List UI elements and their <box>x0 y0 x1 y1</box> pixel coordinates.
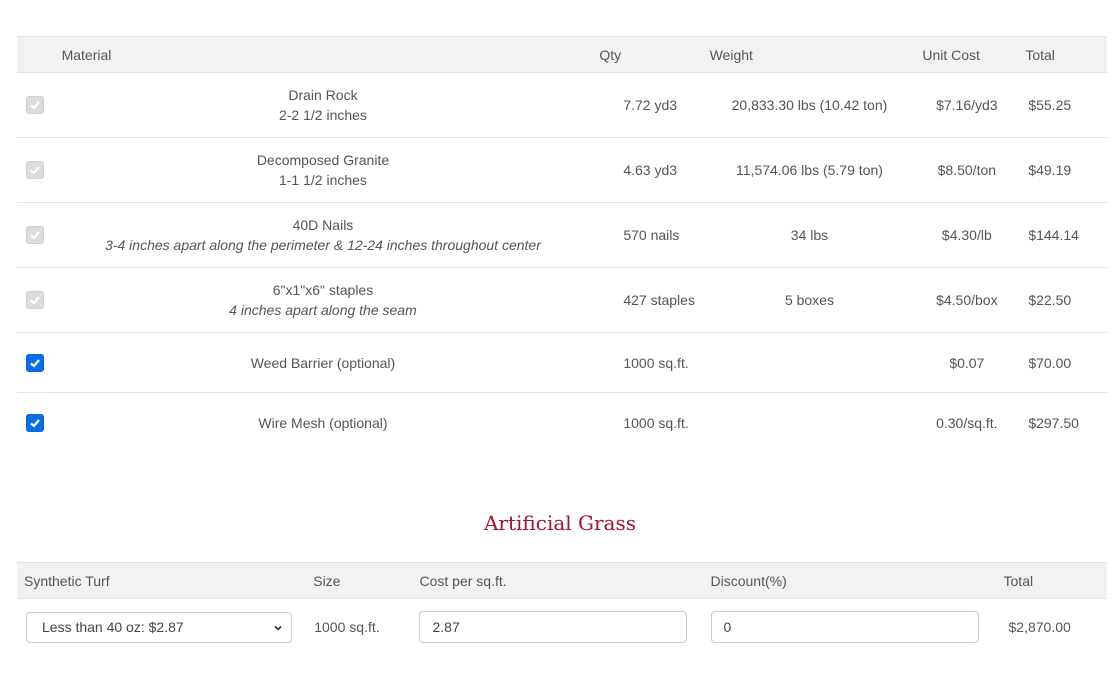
material-name: 40D Nails <box>292 217 354 233</box>
check-icon <box>30 358 40 368</box>
qty-cell: 7.72 yd3 <box>593 72 704 138</box>
header-material: Material <box>52 36 594 73</box>
material-cell: Decomposed Granite 1-1 1/2 inches <box>52 137 594 203</box>
header-size: Size <box>306 562 413 599</box>
chevron-down-icon <box>274 625 282 631</box>
weight-cell <box>703 332 916 393</box>
grass-total: $2,870.00 <box>1008 619 1071 635</box>
unit-cost-cell: $0.07 <box>915 332 1019 393</box>
material-checkbox <box>26 96 44 115</box>
total-cell: $297.50 <box>1028 415 1079 431</box>
table-row: 6"x1"x6" staples 4 inches apart along the… <box>17 267 1107 333</box>
material-name: Decomposed Granite <box>256 152 390 168</box>
header-weight: Weight <box>703 36 916 73</box>
weight-cell: 20,833.30 lbs (10.42 ton) <box>703 72 916 138</box>
weight-cell <box>704 393 916 454</box>
check-icon <box>30 231 40 240</box>
material-detail: 4 inches apart along the seam <box>229 302 417 318</box>
synthetic-turf-select[interactable]: Less than 40 oz: $2.87 <box>26 611 292 643</box>
weight-cell: 5 boxes <box>703 267 916 333</box>
unit-cost-cell: 0.30/sq.ft. <box>936 415 998 431</box>
header-unit-cost: Unit Cost <box>915 36 1019 73</box>
total-cell: $22.50 <box>1018 267 1107 333</box>
artificial-grass-table: Synthetic Turf Size Cost per sq.ft. Disc… <box>17 562 1107 655</box>
header-check <box>17 36 53 73</box>
table-row: Wire Mesh (optional) 1000 sq.ft. 0.30/sq… <box>17 393 1107 454</box>
unit-cost-cell: $4.50/box <box>915 267 1019 333</box>
total-cell: $55.25 <box>1018 72 1107 138</box>
materials-table: Material Qty Weight Unit Cost Total Drai… <box>17 36 1107 453</box>
unit-cost-cell: $7.16/yd3 <box>915 72 1019 138</box>
header-qty: Qty <box>593 36 704 73</box>
check-icon <box>30 101 40 110</box>
header-cost-per-sqft: Cost per sq.ft. <box>412 562 703 599</box>
material-name: Drain Rock <box>288 87 358 103</box>
header-total: Total <box>993 562 1107 599</box>
header-discount: Discount(%) <box>702 562 994 599</box>
material-detail: 2-2 1/2 inches <box>278 107 367 123</box>
qty-cell: 4.63 yd3 <box>593 137 704 203</box>
check-icon <box>30 419 40 428</box>
total-cell: $70.00 <box>1018 332 1107 393</box>
check-icon <box>30 296 40 305</box>
header-synthetic-turf: Synthetic Turf <box>17 562 307 599</box>
material-detail: 3-4 inches apart along the perimeter & 1… <box>105 237 541 253</box>
check-icon <box>30 166 40 175</box>
material-name: Wire Mesh (optional) <box>258 415 388 431</box>
header-total: Total <box>1018 36 1107 73</box>
total-cell: $49.19 <box>1018 137 1107 203</box>
material-checkbox <box>26 226 44 245</box>
materials-header-row: Material Qty Weight Unit Cost Total <box>17 36 1107 73</box>
select-value: Less than 40 oz: $2.87 <box>42 619 184 635</box>
total-cell: $144.14 <box>1018 202 1107 268</box>
material-cell: Drain Rock 2-2 1/2 inches <box>52 72 594 138</box>
material-detail: 1-1 1/2 inches <box>278 172 367 188</box>
section-title: Artificial Grass <box>483 511 637 535</box>
weed-barrier-checkbox[interactable] <box>26 353 44 372</box>
material-checkbox <box>26 161 44 180</box>
material-cell: 6"x1"x6" staples 4 inches apart along the… <box>52 267 594 333</box>
qty-cell: 1000 sq.ft. <box>593 332 704 393</box>
table-row: Drain Rock 2-2 1/2 inches 7.72 yd3 20,833… <box>17 72 1107 138</box>
qty-cell: 1000 sq.ft. <box>623 415 689 431</box>
cost-per-sqft-input[interactable] <box>419 611 688 643</box>
table-row: Decomposed Granite 1-1 1/2 inches 4.63 yd… <box>17 137 1107 203</box>
size-value: 1000 sq.ft. <box>314 619 380 635</box>
table-row: 40D Nails 3-4 inches apart along the peri… <box>17 202 1107 268</box>
unit-cost-cell: $8.50/ton <box>915 137 1019 203</box>
material-name: 6"x1"x6" staples <box>272 282 374 298</box>
table-row: Less than 40 oz: $2.87 1000 sq.ft. $2,87… <box>17 599 1107 656</box>
wire-mesh-checkbox[interactable] <box>26 414 44 433</box>
grass-header-row: Synthetic Turf Size Cost per sq.ft. Disc… <box>17 562 1107 599</box>
qty-cell: 427 staples <box>593 267 704 333</box>
discount-input[interactable] <box>710 611 979 643</box>
material-name: Weed Barrier (optional) <box>52 332 594 393</box>
unit-cost-cell: $4.30/lb <box>915 202 1019 268</box>
weight-cell: 11,574.06 lbs (5.79 ton) <box>703 137 916 203</box>
qty-cell: 570 nails <box>593 202 704 268</box>
table-row: Weed Barrier (optional) 1000 sq.ft. $0.0… <box>17 332 1107 393</box>
weight-cell: 34 lbs <box>703 202 916 268</box>
material-checkbox <box>26 291 44 310</box>
material-cell: 40D Nails 3-4 inches apart along the peri… <box>52 202 594 268</box>
